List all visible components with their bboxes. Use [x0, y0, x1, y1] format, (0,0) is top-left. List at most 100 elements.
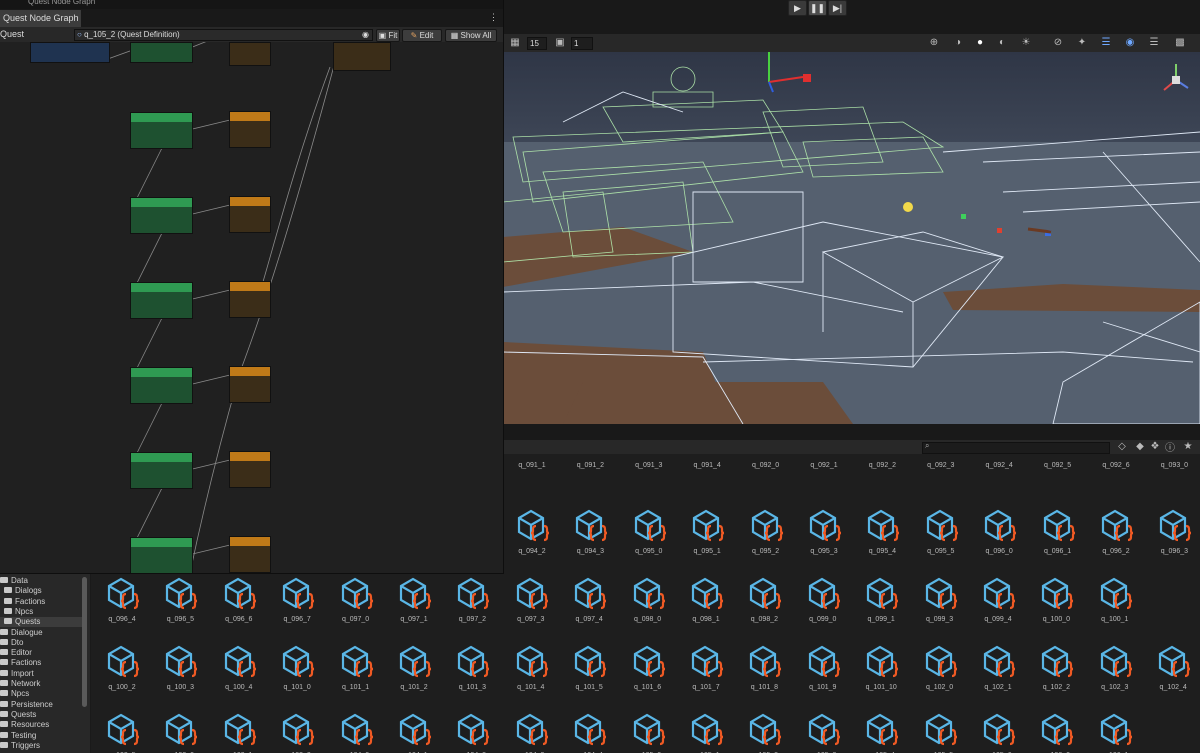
graph-node[interactable] [130, 537, 193, 573]
asset-item[interactable]: q_096_5 [151, 566, 209, 636]
asset-item[interactable]: q_104_4 [560, 702, 618, 753]
asset-item[interactable]: q_102_4 [1144, 634, 1200, 704]
info-icon[interactable]: ⓘ [1161, 440, 1179, 454]
asset-item[interactable]: q_097_3 [502, 566, 560, 636]
tree-item[interactable]: Dialogue [0, 628, 82, 638]
filter-by-type-icon[interactable]: ◇ [1113, 440, 1131, 453]
asset-item[interactable]: q_105_0 [619, 702, 677, 753]
asset-item[interactable]: q_102_3 [1086, 634, 1144, 704]
asset-item[interactable]: q_105_6 [969, 702, 1027, 753]
asset-item[interactable]: q_092_2 [853, 454, 911, 472]
favorite-icon[interactable]: ★ [1179, 440, 1197, 453]
lighting-icon[interactable]: ☀ [1017, 36, 1035, 49]
asset-item[interactable]: q_101_8 [735, 634, 793, 704]
tree-item[interactable]: Triggers [0, 741, 82, 751]
asset-item[interactable]: q_097_0 [327, 566, 385, 636]
camera-icon[interactable]: ▩ [1171, 36, 1189, 49]
asset-item[interactable]: q_096_2 [1087, 498, 1145, 568]
asset-item[interactable]: q_095_3 [795, 498, 853, 568]
asset-item[interactable]: q_091_4 [678, 454, 736, 472]
asset-item[interactable]: q_096_3 [1145, 498, 1200, 568]
asset-item[interactable]: q_105_3 [794, 702, 852, 753]
graph-node[interactable] [130, 452, 193, 489]
asset-item[interactable]: q_094_3 [561, 498, 619, 568]
graph-node[interactable] [130, 42, 193, 63]
asset-item[interactable]: q_096_7 [268, 566, 326, 636]
graph-node[interactable] [229, 196, 271, 233]
asset-item[interactable]: q_101_3 [443, 634, 501, 704]
asset-item[interactable]: q_103_1 [210, 702, 268, 753]
fit-button[interactable]: ▣ Fit [376, 29, 400, 42]
tree-item[interactable]: Editor [0, 648, 82, 658]
asset-item[interactable]: q_106_1 [1086, 702, 1144, 753]
asset-item[interactable]: q_099_3 [911, 566, 969, 636]
play-button[interactable]: ▶ [788, 0, 807, 16]
asset-item[interactable]: q_091_3 [620, 454, 678, 472]
asset-item[interactable]: q_095_2 [737, 498, 795, 568]
asset-item[interactable]: q_101_6 [619, 634, 677, 704]
asset-item[interactable]: q_091_2 [561, 454, 619, 472]
grid-icon[interactable]: ▦ [506, 36, 524, 49]
tree-item[interactable]: Quests [0, 617, 86, 628]
asset-item[interactable]: q_092_4 [970, 454, 1028, 472]
asset-item[interactable]: q_101_0 [268, 634, 326, 704]
tree-item[interactable]: Testing [0, 731, 82, 741]
asset-item[interactable]: q_102_0 [911, 634, 969, 704]
asset-item[interactable]: q_099_1 [852, 566, 910, 636]
asset-item[interactable]: q_100_2 [93, 634, 151, 704]
project-search-input[interactable]: ⌕ [922, 441, 1110, 454]
quest-object-field[interactable]: ○ q_105_2 (Quest Definition) ◉ [74, 29, 373, 41]
asset-item[interactable]: q_092_0 [737, 454, 795, 472]
asset-item[interactable]: q_100_0 [1027, 566, 1085, 636]
tree-item[interactable]: Network [0, 679, 82, 689]
asset-item[interactable]: q_098_2 [735, 566, 793, 636]
asset-item[interactable]: q_093_0 [1145, 454, 1200, 472]
shading-textured-icon[interactable]: ◐ [993, 36, 1011, 49]
show-all-button[interactable]: ▦ Show All [445, 29, 497, 42]
asset-item[interactable]: q_098_1 [677, 566, 735, 636]
asset-item[interactable]: q_101_4 [502, 634, 560, 704]
asset-item[interactable]: q_105_4 [852, 702, 910, 753]
asset-item[interactable]: q_101_9 [794, 634, 852, 704]
asset-item[interactable]: q_096_4 [93, 566, 151, 636]
tree-item[interactable]: Factions [0, 597, 86, 607]
asset-item[interactable]: q_097_1 [385, 566, 443, 636]
asset-item[interactable]: q_101_5 [560, 634, 618, 704]
asset-item[interactable]: q_103_2 [268, 702, 326, 753]
node-graph-canvas[interactable] [0, 42, 503, 573]
object-picker-icon[interactable]: ◉ [362, 30, 369, 40]
tree-item[interactable]: Factions [0, 658, 82, 668]
tree-item[interactable]: Resources [0, 720, 82, 730]
asset-item[interactable]: q_098_0 [619, 566, 677, 636]
edit-button[interactable]: ✎ Edit [402, 29, 442, 42]
asset-item[interactable]: q_106_0 [1027, 702, 1085, 753]
asset-item[interactable]: q_092_1 [795, 454, 853, 472]
asset-item[interactable]: q_105_5 [911, 702, 969, 753]
asset-item[interactable]: q_096_0 [970, 498, 1028, 568]
asset-item[interactable]: q_105_1 [677, 702, 735, 753]
more-options-icon[interactable]: ⋮ [489, 12, 498, 23]
asset-item[interactable]: q_104_2 [443, 702, 501, 753]
scene-view[interactable] [503, 52, 1200, 424]
shading-solid-icon[interactable]: ● [971, 36, 989, 49]
graph-node[interactable] [229, 281, 271, 318]
graph-node[interactable] [130, 197, 193, 234]
asset-item[interactable]: q_101_7 [677, 634, 735, 704]
asset-item[interactable]: q_097_2 [443, 566, 501, 636]
tree-item[interactable]: Npcs [0, 607, 86, 617]
asset-item[interactable]: q_092_6 [1087, 454, 1145, 472]
tree-item[interactable]: Dialogs [0, 586, 86, 596]
asset-item[interactable]: q_095_5 [912, 498, 970, 568]
tree-item[interactable]: Dto [0, 638, 82, 648]
asset-item[interactable]: q_101_2 [385, 634, 443, 704]
graph-node[interactable] [130, 112, 193, 149]
visibility-icon[interactable]: ◉ [1121, 36, 1139, 49]
graph-node[interactable] [229, 536, 271, 573]
pause-button[interactable]: ❚❚ [808, 0, 827, 16]
asset-item[interactable]: q_095_4 [853, 498, 911, 568]
gizmos-icon[interactable]: ☰ [1145, 36, 1163, 49]
asset-item[interactable]: q_094_2 [503, 498, 561, 568]
asset-item[interactable]: q_099_0 [794, 566, 852, 636]
gizmo-center-icon[interactable]: ⊕ [925, 36, 943, 49]
graph-node[interactable] [229, 451, 271, 488]
